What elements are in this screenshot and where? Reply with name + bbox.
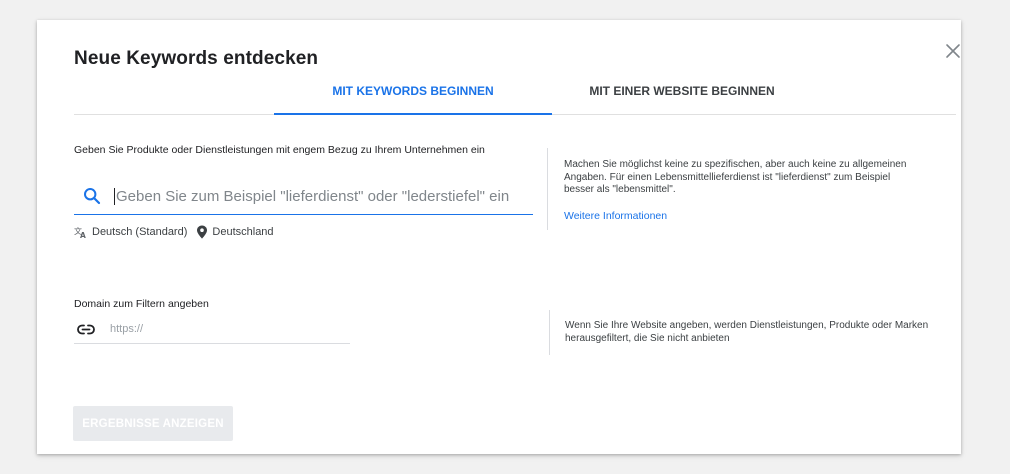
tab-bar: MIT KEYWORDS BEGINNEN MIT EINER WEBSITE … xyxy=(74,76,956,115)
keyword-search-field[interactable] xyxy=(74,178,533,215)
keyword-planner-dialog: Neue Keywords entdecken MIT KEYWORDS BEG… xyxy=(37,20,961,454)
more-info-link[interactable]: Weitere Informationen xyxy=(564,210,667,222)
domain-input[interactable] xyxy=(110,320,340,338)
tab-start-with-website[interactable]: MIT EINER WEBSITE BEGINNEN xyxy=(552,76,812,113)
keywords-divider xyxy=(547,148,548,230)
search-icon xyxy=(84,188,101,205)
link-icon xyxy=(77,324,95,335)
keywords-hint: Machen Sie möglichst keine zu spezifisch… xyxy=(564,159,907,195)
language-location-row: 文 A Deutsch (Standard) Deutschland xyxy=(74,224,274,240)
language-selector[interactable]: Deutsch (Standard) xyxy=(92,226,187,238)
domain-url-field[interactable] xyxy=(74,316,350,344)
close-icon[interactable] xyxy=(942,40,964,62)
domain-section-label: Domain zum Filtern angeben xyxy=(74,298,209,310)
show-results-button[interactable]: ERGEBNISSE ANZEIGEN xyxy=(73,406,233,441)
domain-hint: Wenn Sie Ihre Website angeben, werden Di… xyxy=(565,320,929,344)
svg-text:A: A xyxy=(80,231,86,239)
location-selector[interactable]: Deutschland xyxy=(212,226,273,238)
dialog-title: Neue Keywords entdecken xyxy=(74,48,319,69)
keywords-section-label: Geben Sie Produkte oder Dienstleistungen… xyxy=(74,144,485,156)
location-pin-icon xyxy=(197,225,208,239)
tab-start-with-keywords[interactable]: MIT KEYWORDS BEGINNEN xyxy=(274,76,552,115)
close-button[interactable] xyxy=(942,40,964,62)
text-caret xyxy=(114,188,115,205)
keyword-input[interactable] xyxy=(116,184,526,208)
domain-divider xyxy=(549,310,550,355)
translate-icon: 文 A xyxy=(74,226,86,239)
